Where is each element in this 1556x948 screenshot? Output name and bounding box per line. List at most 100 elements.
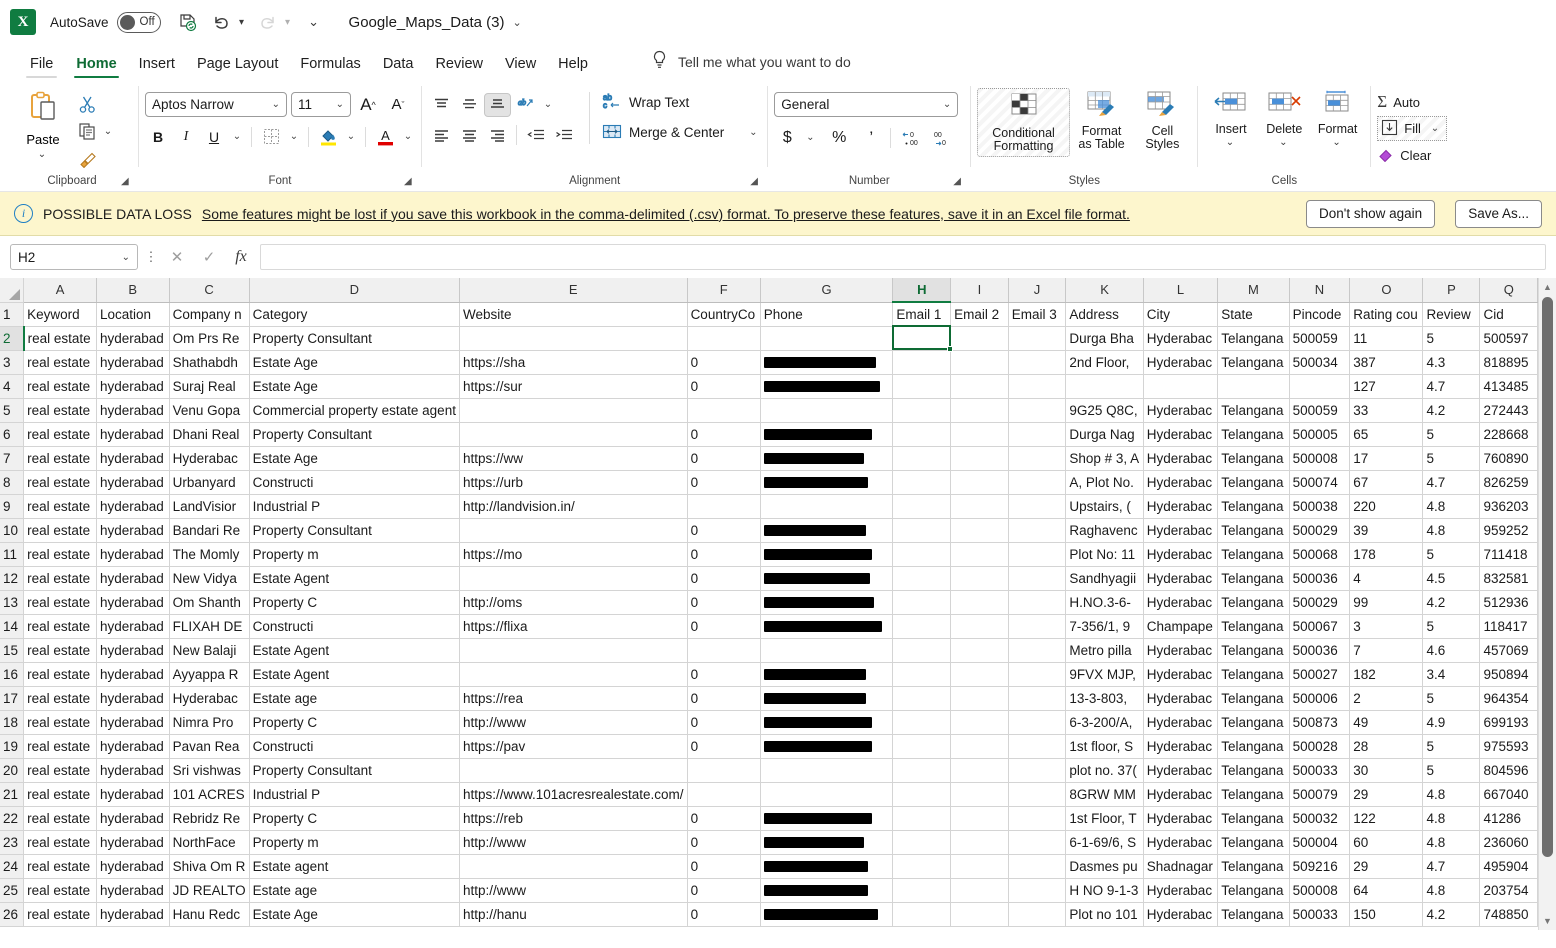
data-cell[interactable]: 500004 <box>1289 830 1350 854</box>
data-cell[interactable]: hyderabad <box>96 902 169 926</box>
number-format-select[interactable]: General ⌄ <box>774 92 958 117</box>
data-cell[interactable] <box>1008 398 1066 422</box>
paste-dropdown-icon[interactable]: ⌄ <box>35 147 49 161</box>
data-cell[interactable]: 500029 <box>1289 518 1350 542</box>
data-cell[interactable]: Telangana <box>1218 326 1289 350</box>
data-cell[interactable]: Hyderabac <box>1143 590 1217 614</box>
increase-indent-icon[interactable] <box>550 123 577 147</box>
data-cell[interactable]: hyderabad <box>96 518 169 542</box>
data-cell[interactable] <box>893 710 951 734</box>
data-cell[interactable]: Estate Agent <box>249 638 459 662</box>
data-cell[interactable]: 5 <box>1423 758 1480 782</box>
data-cell[interactable]: Property C <box>249 806 459 830</box>
align-left-icon[interactable] <box>428 123 455 147</box>
data-cell[interactable] <box>1008 662 1066 686</box>
data-cell[interactable]: 387 <box>1350 350 1423 374</box>
data-cell[interactable] <box>951 758 1009 782</box>
data-cell[interactable] <box>893 422 951 446</box>
data-cell[interactable]: Property Consultant <box>249 422 459 446</box>
data-cell[interactable]: 0 <box>687 614 760 638</box>
data-cell[interactable] <box>1008 446 1066 470</box>
borders-icon[interactable] <box>258 124 284 149</box>
increase-font-size-icon[interactable]: A^ <box>355 92 381 117</box>
data-cell[interactable] <box>951 806 1009 830</box>
data-cell[interactable]: real estate <box>24 614 97 638</box>
data-cell[interactable]: Telangana <box>1218 686 1289 710</box>
clear-button[interactable]: Clear <box>1377 141 1431 169</box>
data-cell[interactable]: hyderabad <box>96 494 169 518</box>
data-cell[interactable] <box>760 638 893 662</box>
data-cell[interactable]: http://www <box>459 878 687 902</box>
data-cell[interactable]: 178 <box>1350 542 1423 566</box>
bold-button[interactable]: B <box>145 124 171 149</box>
row-header-18[interactable]: 18 <box>0 710 24 734</box>
data-cell[interactable]: 413485 <box>1480 374 1538 398</box>
header-cell[interactable]: CountryCo <box>687 302 760 326</box>
data-cell[interactable]: 67 <box>1350 470 1423 494</box>
data-cell[interactable]: Telangana <box>1218 566 1289 590</box>
data-cell[interactable]: 500059 <box>1289 398 1350 422</box>
data-cell[interactable] <box>1008 782 1066 806</box>
data-cell[interactable] <box>687 638 760 662</box>
data-cell[interactable]: 0 <box>687 470 760 494</box>
format-dropdown-icon[interactable]: ⌄ <box>1330 136 1344 149</box>
data-cell[interactable] <box>760 422 893 446</box>
data-cell[interactable]: Sandhyagii <box>1066 566 1143 590</box>
data-cell[interactable]: Hyderabac <box>1143 734 1217 758</box>
data-cell[interactable]: http://www <box>459 710 687 734</box>
data-cell[interactable]: 500033 <box>1289 758 1350 782</box>
header-cell[interactable]: Company n <box>169 302 249 326</box>
data-cell[interactable] <box>951 542 1009 566</box>
data-cell[interactable]: 4.7 <box>1423 470 1480 494</box>
data-cell[interactable] <box>760 830 893 854</box>
data-cell[interactable]: real estate <box>24 470 97 494</box>
data-cell[interactable]: 4.2 <box>1423 398 1480 422</box>
data-cell[interactable] <box>760 686 893 710</box>
tab-formulas[interactable]: Formulas <box>289 52 371 80</box>
data-cell[interactable] <box>760 758 893 782</box>
warning-message[interactable]: Some features might be lost if you save … <box>202 206 1130 222</box>
column-header-f[interactable]: F <box>687 278 760 302</box>
underline-dropdown-icon[interactable]: ⌄ <box>229 124 245 149</box>
data-cell[interactable] <box>1066 374 1143 398</box>
clipboard-dialog-launcher-icon[interactable]: ◢ <box>121 176 134 189</box>
data-cell[interactable] <box>893 854 951 878</box>
data-cell[interactable] <box>1008 422 1066 446</box>
column-header-j[interactable]: J <box>1008 278 1066 302</box>
data-cell[interactable] <box>893 518 951 542</box>
data-cell[interactable]: 236060 <box>1480 830 1538 854</box>
data-cell[interactable]: hyderabad <box>96 470 169 494</box>
data-cell[interactable]: 950894 <box>1480 662 1538 686</box>
data-cell[interactable] <box>893 806 951 830</box>
data-cell[interactable] <box>687 398 760 422</box>
data-cell[interactable]: 0 <box>687 806 760 830</box>
data-cell[interactable]: https://pav <box>459 734 687 758</box>
data-cell[interactable] <box>893 614 951 638</box>
data-cell[interactable] <box>760 902 893 926</box>
data-cell[interactable]: 500029 <box>1289 590 1350 614</box>
data-cell[interactable]: https://ww <box>459 446 687 470</box>
format-painter-icon[interactable] <box>74 146 100 171</box>
data-cell[interactable]: 4.3 <box>1423 350 1480 374</box>
row-header-16[interactable]: 16 <box>0 662 24 686</box>
data-cell[interactable] <box>951 470 1009 494</box>
data-cell[interactable] <box>951 398 1009 422</box>
data-cell[interactable]: Estate Age <box>249 446 459 470</box>
percent-icon[interactable]: % <box>826 125 852 150</box>
data-cell[interactable] <box>1008 878 1066 902</box>
select-all-corner[interactable] <box>0 278 24 302</box>
row-header-13[interactable]: 13 <box>0 590 24 614</box>
data-cell[interactable]: 818895 <box>1480 350 1538 374</box>
alignment-dialog-launcher-icon[interactable]: ◢ <box>750 176 763 189</box>
data-cell[interactable]: Hyderabac <box>1143 638 1217 662</box>
data-cell[interactable]: Property C <box>249 590 459 614</box>
row-header-7[interactable]: 7 <box>0 446 24 470</box>
data-cell[interactable]: real estate <box>24 374 97 398</box>
data-cell[interactable]: 5 <box>1423 614 1480 638</box>
data-cell[interactable]: 0 <box>687 350 760 374</box>
data-cell[interactable]: Plot No: 11 <box>1066 542 1143 566</box>
data-cell[interactable] <box>893 902 951 926</box>
row-header-24[interactable]: 24 <box>0 854 24 878</box>
data-cell[interactable] <box>893 446 951 470</box>
header-cell[interactable]: Website <box>459 302 687 326</box>
